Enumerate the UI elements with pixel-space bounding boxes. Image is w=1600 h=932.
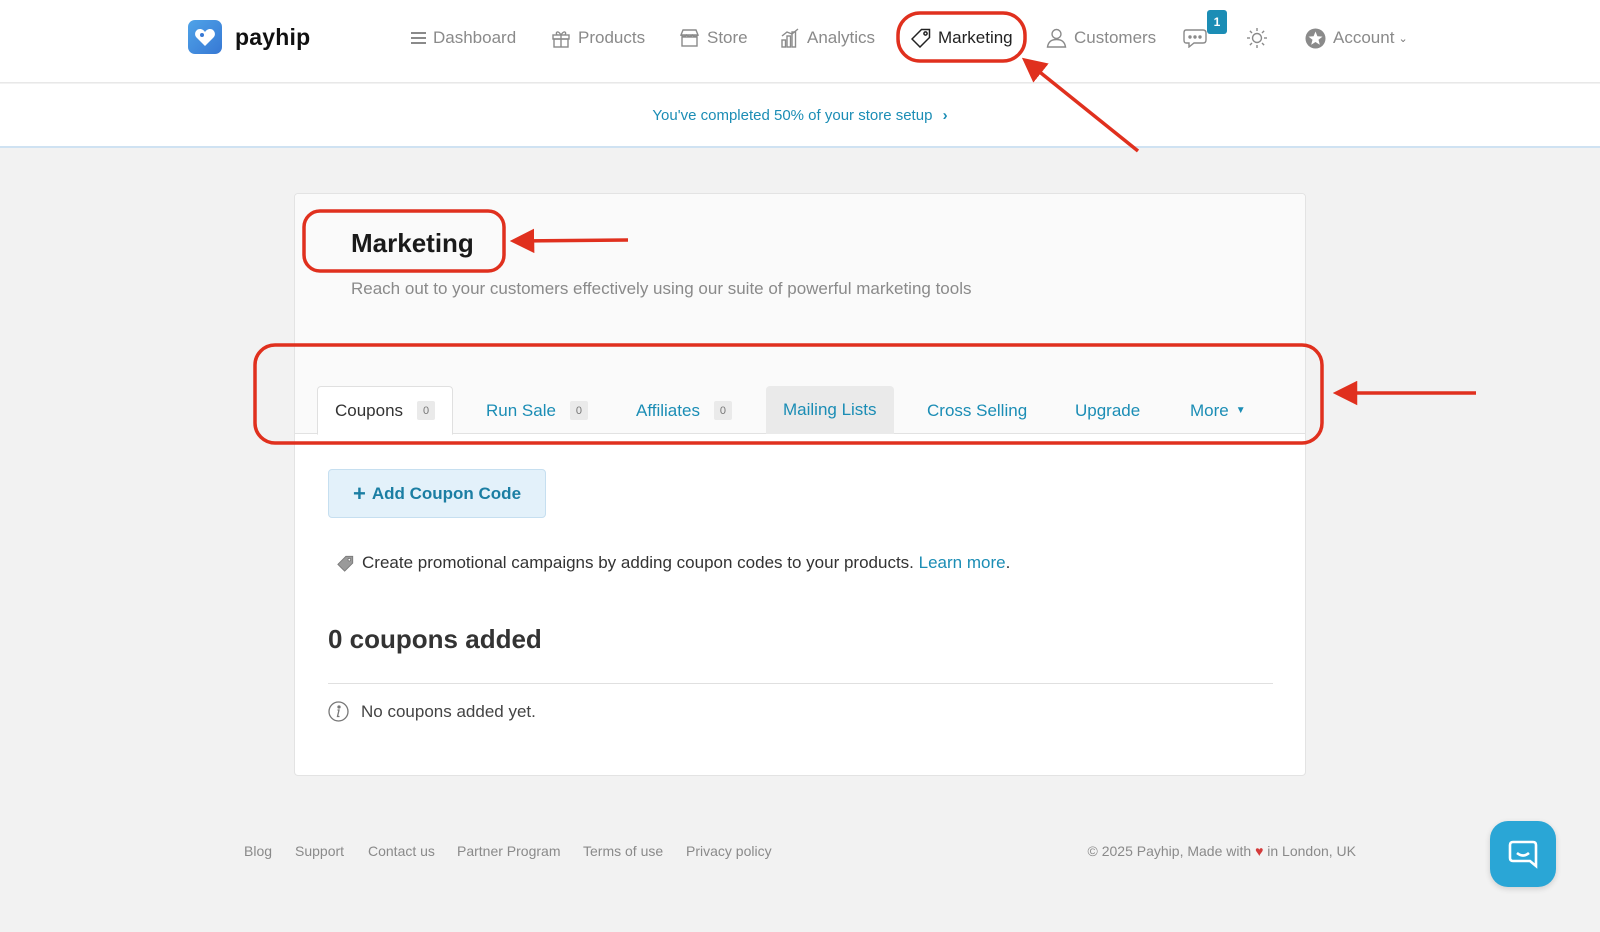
plus-icon: + bbox=[352, 480, 366, 506]
learn-more-link[interactable]: Learn more bbox=[919, 553, 1006, 573]
info-icon bbox=[328, 701, 349, 722]
promo-text: Create promotional campaigns by adding c… bbox=[362, 553, 914, 572]
tab-more[interactable]: More ▼ bbox=[1173, 386, 1263, 435]
promo-period: . bbox=[1005, 553, 1011, 572]
tab-affiliates-count: 0 bbox=[713, 401, 732, 420]
setup-progress-bar: You've completed 50% of your store setup… bbox=[0, 84, 1600, 148]
footer-link-support[interactable]: Support bbox=[295, 843, 344, 859]
copyright: © 2025 Payhip, Made with ♥ in London, UK bbox=[1088, 843, 1356, 859]
promo-description: Create promotional campaigns by adding c… bbox=[337, 553, 1010, 573]
tab-coupons[interactable]: Coupons 0 bbox=[317, 386, 454, 435]
analytics-icon bbox=[781, 28, 800, 48]
nav-marketing-label: Marketing bbox=[938, 28, 1013, 47]
tab-run-sale[interactable]: Run Sale 0 bbox=[469, 386, 605, 435]
nav-products[interactable]: Products bbox=[551, 24, 645, 52]
footer-link-privacy[interactable]: Privacy policy bbox=[686, 843, 772, 859]
top-navigation: payhip Dashboard Products Store Analytic… bbox=[0, 0, 1600, 83]
chevron-right-icon: › bbox=[942, 106, 948, 124]
support-chat-button[interactable] bbox=[1490, 821, 1556, 887]
tab-upgrade-label: Upgrade bbox=[1075, 400, 1141, 420]
add-coupon-button[interactable]: + Add Coupon Code bbox=[328, 469, 546, 518]
footer-link-terms[interactable]: Terms of use bbox=[583, 843, 663, 859]
tab-coupons-label: Coupons bbox=[335, 400, 404, 420]
divider bbox=[328, 683, 1273, 684]
nav-store-label: Store bbox=[707, 28, 748, 47]
page-subtitle: Reach out to your customers effectively … bbox=[351, 279, 972, 298]
marketing-header: Marketing Reach out to your customers ef… bbox=[295, 194, 1305, 435]
nav-store[interactable]: Store bbox=[679, 24, 748, 52]
footer-link-blog[interactable]: Blog bbox=[244, 843, 272, 859]
brand-logo[interactable]: payhip bbox=[188, 20, 310, 54]
setup-progress-link[interactable]: You've completed 50% of your store setup… bbox=[652, 107, 947, 124]
copyright-suffix: in London, UK bbox=[1267, 843, 1356, 859]
nav-marketing[interactable]: Marketing bbox=[911, 24, 1013, 52]
brand-name: payhip bbox=[235, 23, 311, 50]
tab-cross-selling-label: Cross Selling bbox=[927, 400, 1028, 420]
nav-account-label: Account bbox=[1333, 28, 1395, 47]
tab-more-label: More bbox=[1190, 400, 1229, 420]
add-coupon-label: Add Coupon Code bbox=[371, 483, 522, 503]
chat-icon bbox=[1183, 28, 1209, 48]
gift-icon bbox=[551, 28, 571, 48]
nav-products-label: Products bbox=[578, 28, 646, 47]
tab-mailing-lists-label: Mailing Lists bbox=[783, 400, 877, 419]
marketing-card: Marketing Reach out to your customers ef… bbox=[294, 193, 1306, 776]
tab-mailing-lists[interactable]: Mailing Lists bbox=[766, 386, 894, 434]
tab-affiliates[interactable]: Affiliates 0 bbox=[619, 386, 749, 435]
account-icon bbox=[1305, 28, 1326, 49]
heart-icon: ♥ bbox=[1255, 843, 1264, 859]
nav-dashboard[interactable]: Dashboard bbox=[411, 24, 516, 52]
caret-down-icon: ▼ bbox=[1235, 405, 1246, 416]
store-icon bbox=[679, 28, 700, 48]
coupon-count-heading: 0 coupons added bbox=[328, 624, 542, 654]
nav-analytics[interactable]: Analytics bbox=[781, 24, 875, 52]
chevron-down-icon: ⌄ bbox=[1398, 32, 1408, 45]
setup-progress-text: You've completed 50% of your store setup bbox=[652, 106, 933, 124]
nav-account[interactable]: Account ⌄ bbox=[1305, 24, 1408, 52]
page-title: Marketing bbox=[351, 228, 474, 258]
nav-analytics-label: Analytics bbox=[807, 28, 876, 47]
footer-link-partner[interactable]: Partner Program bbox=[457, 843, 560, 859]
sun-icon bbox=[1246, 27, 1268, 49]
tab-coupons-count: 0 bbox=[417, 401, 436, 420]
tab-cross-selling[interactable]: Cross Selling bbox=[910, 386, 1044, 435]
payhip-logo-icon bbox=[188, 20, 222, 54]
footer-link-contact[interactable]: Contact us bbox=[368, 843, 435, 859]
nav-customers-label: Customers bbox=[1074, 28, 1157, 47]
tag-icon bbox=[911, 28, 931, 48]
tab-upgrade[interactable]: Upgrade bbox=[1058, 386, 1157, 435]
menu-icon bbox=[411, 31, 426, 45]
tab-run-sale-count: 0 bbox=[569, 401, 588, 420]
tag-icon bbox=[337, 555, 354, 572]
empty-state: No coupons added yet. bbox=[328, 701, 536, 722]
copyright-prefix: © 2025 Payhip, Made with bbox=[1087, 843, 1252, 859]
tab-run-sale-label: Run Sale bbox=[486, 400, 556, 420]
notification-badge: 1 bbox=[1207, 10, 1227, 34]
nav-customers[interactable]: Customers bbox=[1046, 24, 1156, 52]
nav-dashboard-label: Dashboard bbox=[433, 28, 517, 47]
user-icon bbox=[1046, 28, 1067, 48]
support-chat-icon bbox=[1508, 840, 1538, 869]
tab-affiliates-label: Affiliates bbox=[636, 400, 700, 420]
empty-state-text: No coupons added yet. bbox=[361, 701, 536, 721]
theme-toggle[interactable] bbox=[1246, 24, 1275, 52]
